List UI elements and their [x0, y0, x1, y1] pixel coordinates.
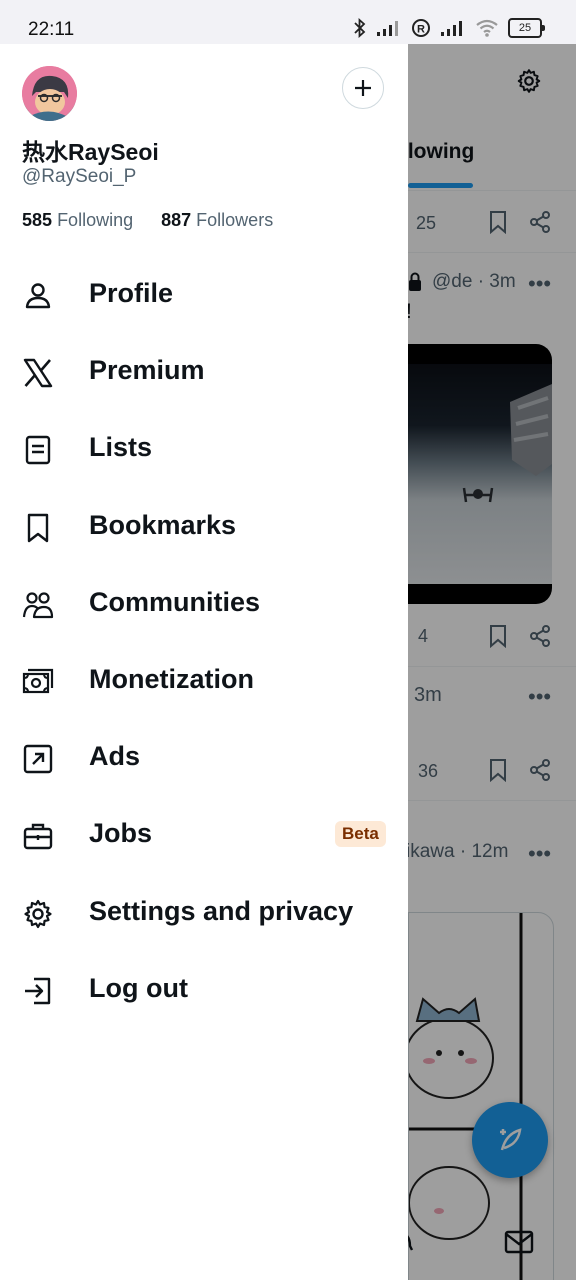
- following-count: 585: [22, 210, 53, 230]
- followers-label: Followers: [196, 210, 274, 230]
- bluetooth-icon: [354, 17, 366, 39]
- menu-label-ads: Ads: [89, 741, 141, 772]
- menu-label-lists: Lists: [89, 432, 153, 463]
- following-link[interactable]: 585 Following: [22, 210, 133, 231]
- x-logo-icon: [23, 358, 53, 388]
- wifi-icon: [476, 19, 498, 37]
- avatar-illustration: [22, 66, 77, 121]
- registered-icon: R: [412, 19, 430, 37]
- menu-item-profile[interactable]: Profile: [0, 256, 408, 333]
- menu-label-jobs: Jobs: [89, 818, 153, 849]
- menu-item-lists[interactable]: Lists: [0, 410, 408, 487]
- menu-item-communities[interactable]: Communities: [0, 565, 408, 642]
- follow-counts: 585 Following 887 Followers: [22, 210, 273, 231]
- following-label: Following: [57, 210, 134, 230]
- menu-item-logout[interactable]: Log out: [0, 951, 408, 1028]
- list-icon: [25, 436, 51, 465]
- scrim-overlay[interactable]: [408, 44, 576, 1280]
- battery-icon: 25: [508, 18, 545, 38]
- menu-item-jobs[interactable]: Jobs Beta: [0, 796, 408, 873]
- menu-item-settings[interactable]: Settings and privacy: [0, 874, 408, 951]
- person-icon: [25, 283, 51, 309]
- menu-label-monetization: Monetization: [89, 663, 254, 694]
- status-icons: R 25: [353, 17, 545, 39]
- svg-text:R: R: [417, 24, 425, 36]
- gear-icon: [24, 899, 52, 928]
- money-icon: [22, 668, 54, 694]
- avatar[interactable]: [22, 66, 77, 121]
- status-bar: 22:11 R 25: [0, 0, 576, 44]
- menu-item-monetization[interactable]: Monetization: [0, 642, 408, 719]
- beta-badge: Beta: [335, 821, 386, 848]
- status-time: 22:11: [28, 19, 75, 40]
- display-name[interactable]: 热水RaySeoi: [22, 133, 159, 167]
- menu-label-bookmarks: Bookmarks: [89, 509, 237, 540]
- menu-label-premium: Premium: [89, 355, 205, 386]
- menu-label-profile: Profile: [89, 278, 174, 308]
- menu-label-settings: Settings and privacy: [89, 895, 354, 926]
- ads-icon: [23, 744, 53, 774]
- briefcase-icon: [23, 824, 53, 850]
- communities-icon: [22, 592, 54, 618]
- followers-count: 887: [161, 210, 192, 230]
- menu-label-communities: Communities: [89, 586, 261, 617]
- navigation-drawer: 热水RaySeoi @RaySeoi_P 585 Following 887 F…: [0, 44, 408, 1280]
- menu-item-bookmarks[interactable]: Bookmarks: [0, 488, 408, 565]
- signal-icon: [377, 21, 398, 36]
- menu-item-premium[interactable]: Premium: [0, 333, 408, 410]
- followers-link[interactable]: 887 Followers: [161, 210, 273, 231]
- bookmark-icon: [27, 513, 49, 542]
- logout-icon: [25, 977, 51, 1004]
- menu-label-logout: Log out: [89, 972, 188, 1003]
- menu-item-ads[interactable]: Ads: [0, 719, 408, 796]
- plus-icon: [355, 80, 371, 96]
- signal-icon-2: [441, 21, 462, 36]
- drawer-menu: Profile Premium Lists Bookmarks Communit…: [0, 256, 408, 1028]
- add-account-button[interactable]: [342, 67, 384, 109]
- user-handle: @RaySeoi_P: [22, 166, 137, 187]
